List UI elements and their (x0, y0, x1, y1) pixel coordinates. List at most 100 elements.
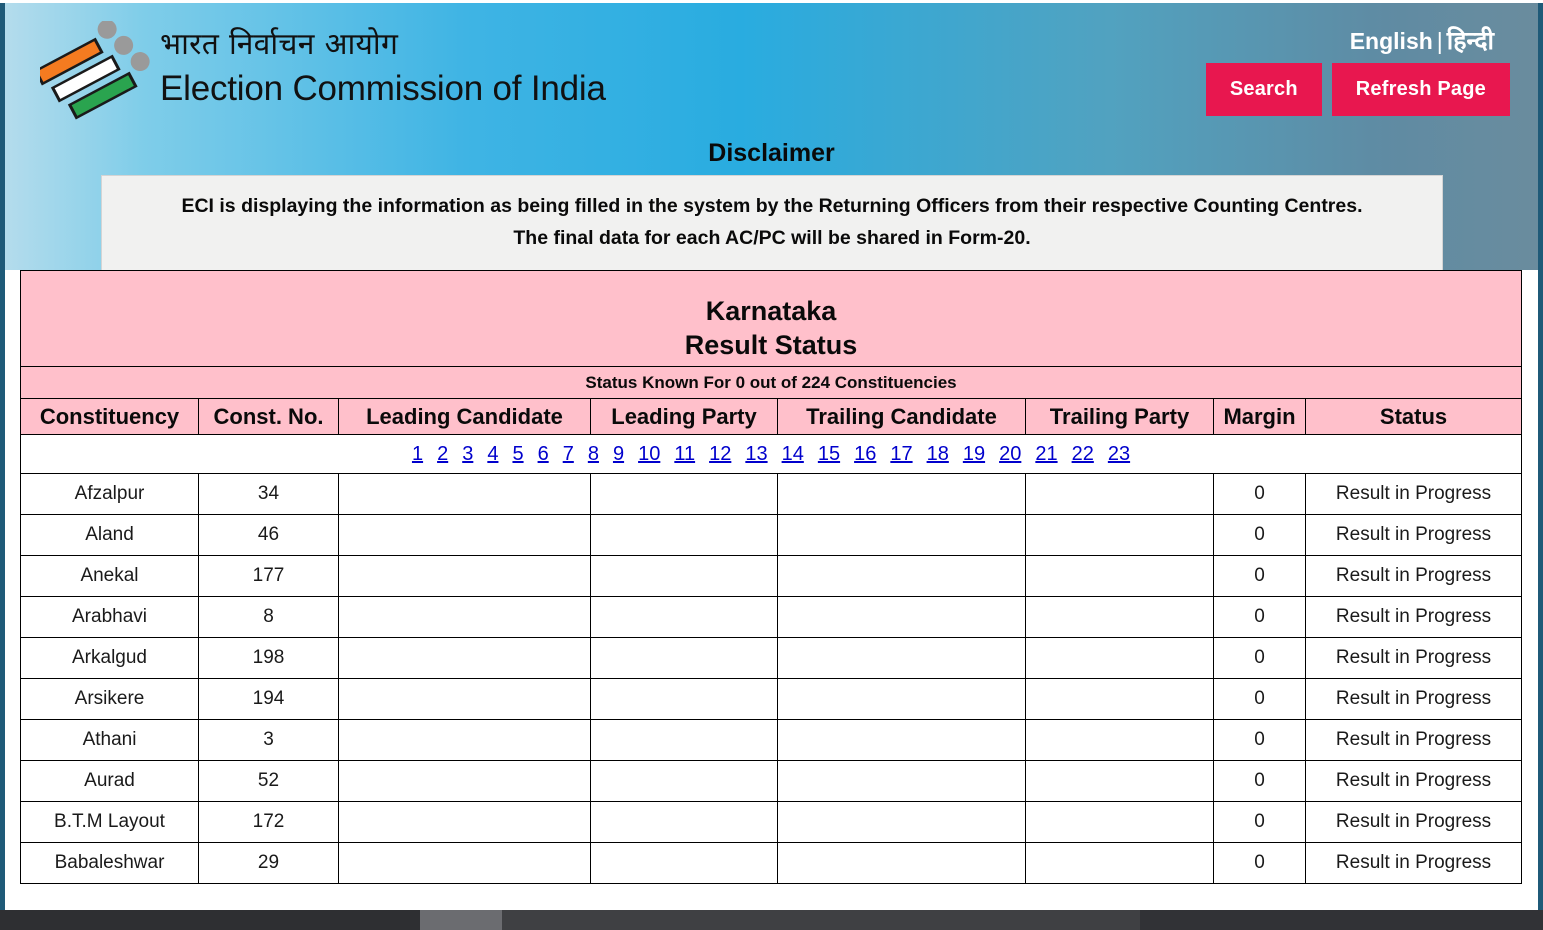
pagination-link-16[interactable]: 16 (854, 443, 876, 465)
cell-const-no: 29 (198, 842, 339, 884)
cell-trailing-party (1025, 637, 1214, 679)
pagination-link-3[interactable]: 3 (462, 443, 473, 465)
cell-constituency: Aland (20, 514, 199, 556)
cell-margin: 0 (1213, 555, 1306, 597)
cell-leading-party (590, 473, 778, 515)
column-header-margin: Margin (1213, 398, 1306, 435)
cell-margin: 0 (1213, 760, 1306, 802)
disclaimer-box: ECI is displaying the information as bei… (101, 175, 1443, 271)
cell-leading-candidate (338, 719, 591, 761)
pagination-link-15[interactable]: 15 (818, 443, 840, 465)
pagination-link-5[interactable]: 5 (512, 443, 523, 465)
scrollbar-track-left[interactable] (0, 910, 420, 930)
lang-link-hindi[interactable]: हिन्दी (1447, 26, 1494, 55)
page-root: भारत निर्वाचन आयोग Election Commission o… (0, 0, 1543, 930)
cell-constituency: B.T.M Layout (20, 801, 199, 843)
pagination-link-12[interactable]: 12 (709, 443, 731, 465)
column-header-constituency: Constituency (20, 398, 199, 435)
search-button[interactable]: Search (1205, 63, 1322, 116)
pagination-link-8[interactable]: 8 (588, 443, 599, 465)
disclaimer-line-2: The final data for each AC/PC will be sh… (513, 227, 1031, 249)
pagination-link-6[interactable]: 6 (538, 443, 549, 465)
table-row: Afzalpur 34 0 Result in Progress (20, 473, 1523, 515)
column-header-leading-candidate: Leading Candidate (338, 398, 591, 435)
pagination-link-13[interactable]: 13 (745, 443, 767, 465)
cell-status: Result in Progress (1304, 596, 1523, 638)
result-status-table: Karnataka Result Status Status Known For… (19, 270, 1523, 884)
disclaimer-title: Disclaimer (708, 139, 835, 167)
refresh-page-button[interactable]: Refresh Page (1331, 63, 1510, 116)
cell-constituency: Arkalgud (20, 637, 199, 679)
window-edge-right (1538, 0, 1543, 910)
cell-trailing-candidate (777, 514, 1026, 556)
cell-margin: 0 (1213, 473, 1306, 515)
cell-leading-party (590, 678, 778, 720)
table-row: Arabhavi 8 0 Result in Progress (20, 596, 1523, 638)
table-title-row: Karnataka Result Status (19, 270, 1523, 367)
pagination-link-22[interactable]: 22 (1072, 443, 1094, 465)
cell-constituency: Babaleshwar (20, 842, 199, 884)
table-row: Arkalgud 198 0 Result in Progress (20, 637, 1523, 679)
cell-leading-candidate (338, 596, 591, 638)
table-row: Aurad 52 0 Result in Progress (20, 760, 1523, 802)
table-row: B.T.M Layout 172 0 Result in Progress (20, 801, 1523, 843)
cell-trailing-candidate (777, 637, 1026, 679)
cell-trailing-party (1025, 842, 1214, 884)
pagination-link-7[interactable]: 7 (563, 443, 574, 465)
cell-leading-candidate (338, 514, 591, 556)
lang-separator: | (1436, 28, 1443, 54)
pagination-link-19[interactable]: 19 (963, 443, 985, 465)
pagination-link-9[interactable]: 9 (613, 443, 624, 465)
cell-constituency: Afzalpur (20, 473, 199, 515)
lang-link-english[interactable]: English (1350, 28, 1433, 54)
cell-trailing-party (1025, 801, 1214, 843)
pagination-link-4[interactable]: 4 (487, 443, 498, 465)
pagination-link-10[interactable]: 10 (638, 443, 660, 465)
horizontal-scrollbar[interactable] (0, 910, 1543, 930)
language-switcher: English | हिन्दी (1350, 23, 1494, 57)
cell-leading-candidate (338, 801, 591, 843)
pagination-link-18[interactable]: 18 (927, 443, 949, 465)
cell-constituency: Athani (20, 719, 199, 761)
cell-status: Result in Progress (1304, 801, 1523, 843)
disclaimer-line-1: ECI is displaying the information as bei… (181, 195, 1363, 217)
state-name: Karnataka (705, 295, 837, 326)
org-name-hindi: भारत निर्वाचन आयोग (160, 27, 399, 62)
pagination-link-14[interactable]: 14 (782, 443, 804, 465)
cell-status: Result in Progress (1304, 842, 1523, 884)
column-header-const-no: Const. No. (198, 398, 339, 435)
cell-trailing-candidate (777, 801, 1026, 843)
pagination-link-2[interactable]: 2 (437, 443, 448, 465)
column-header-status: Status (1304, 398, 1523, 435)
status-known-text: Status Known For 0 out of 224 Constituen… (19, 366, 1523, 399)
scrollbar-thumb[interactable] (420, 910, 502, 930)
pagination-link-11[interactable]: 11 (674, 443, 695, 465)
cell-trailing-candidate (777, 760, 1026, 802)
cell-trailing-party (1025, 473, 1214, 515)
cell-trailing-party (1025, 514, 1214, 556)
cell-constituency: Arabhavi (20, 596, 199, 638)
pagination-link-20[interactable]: 20 (999, 443, 1021, 465)
pagination-row: 1 2 3 4 5 6 7 8 9 10 11 12 13 14 15 16 17 18 19 20 21 22 23 (19, 434, 1523, 474)
pagination: 1 2 3 4 5 6 7 8 9 10 11 12 13 14 15 16 17 18 19 20 21 22 23 (21, 435, 1521, 473)
cell-trailing-candidate (777, 719, 1026, 761)
eci-logo-icon (33, 19, 158, 133)
site-header: भारत निर्वाचन आयोग Election Commission o… (5, 3, 1538, 271)
cell-leading-candidate (338, 678, 591, 720)
cell-margin: 0 (1213, 637, 1306, 679)
column-header-trailing-party: Trailing Party (1025, 398, 1214, 435)
pagination-link-21[interactable]: 21 (1035, 443, 1057, 465)
table-header-row: Constituency Const. No. Leading Candidat… (20, 398, 1523, 435)
cell-leading-candidate (338, 555, 591, 597)
pagination-link-1[interactable]: 1 (412, 443, 423, 465)
cell-leading-candidate (338, 842, 591, 884)
cell-margin: 0 (1213, 801, 1306, 843)
table-row: Anekal 177 0 Result in Progress (20, 555, 1523, 597)
cell-trailing-candidate (777, 842, 1026, 884)
cell-const-no: 52 (198, 760, 339, 802)
pagination-link-23[interactable]: 23 (1108, 443, 1130, 465)
scrollbar-track-right[interactable] (1140, 910, 1543, 930)
cell-margin: 0 (1213, 596, 1306, 638)
cell-leading-candidate (338, 760, 591, 802)
pagination-link-17[interactable]: 17 (890, 443, 912, 465)
